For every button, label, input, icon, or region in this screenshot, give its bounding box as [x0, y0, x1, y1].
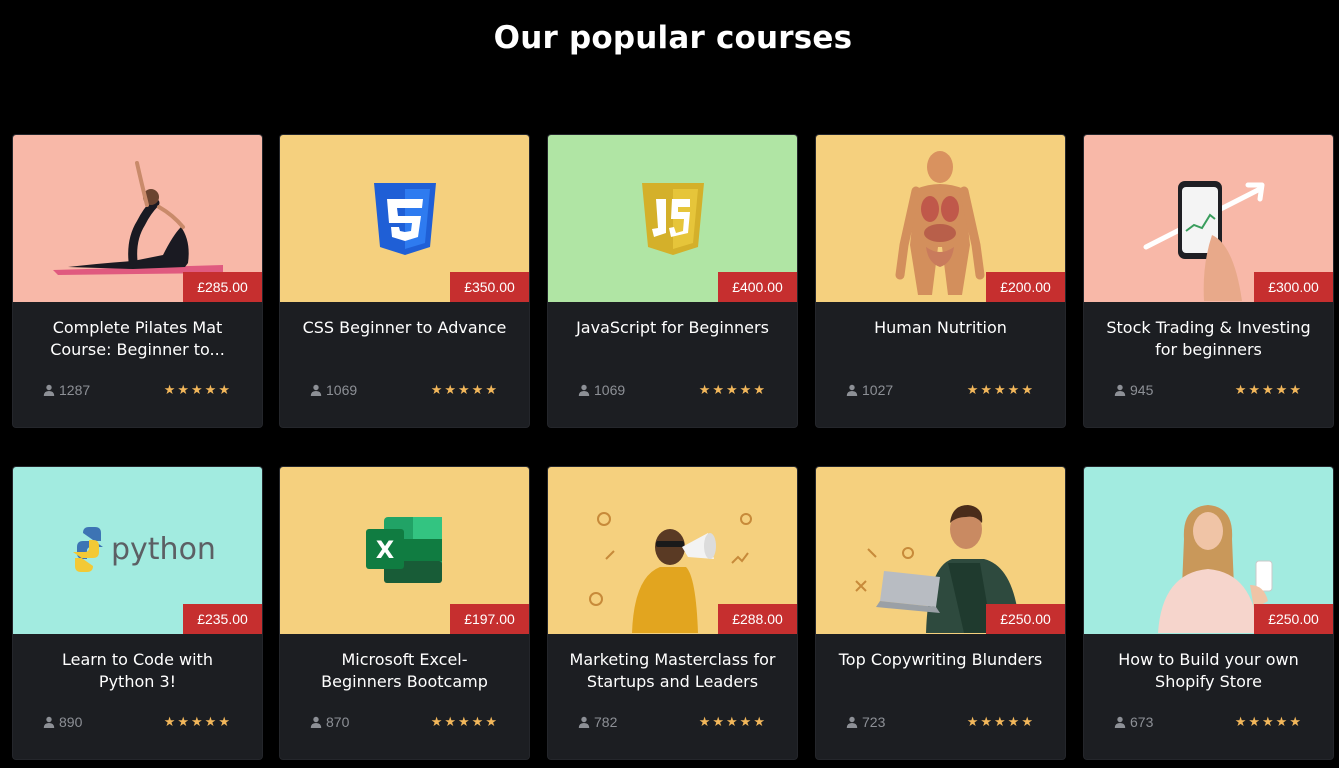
- rating-stars: ★★★★★: [698, 382, 767, 397]
- course-card[interactable]: python £235.00 Learn to Code with Python…: [13, 467, 262, 759]
- price-badge: £400.00: [718, 272, 797, 302]
- course-card[interactable]: £250.00 How to Build your own Shopify St…: [1084, 467, 1333, 759]
- student-count: 1069: [310, 382, 357, 398]
- student-count-value: 782: [594, 714, 618, 730]
- course-meta: 870 ★★★★★: [310, 712, 499, 732]
- course-meta: 723 ★★★★★: [846, 712, 1035, 732]
- course-meta: 1069 ★★★★★: [310, 380, 499, 400]
- course-card[interactable]: £200.00 Human Nutrition 1027 ★★★★★: [816, 135, 1065, 427]
- course-card[interactable]: £350.00 CSS Beginner to Advance 1069 ★★★…: [280, 135, 529, 427]
- student-count: 945: [1114, 382, 1153, 398]
- user-icon: [43, 384, 55, 396]
- course-title[interactable]: JavaScript for Beginners: [568, 317, 777, 339]
- price-badge: £197.00: [450, 604, 529, 634]
- student-count-value: 1027: [862, 382, 894, 398]
- student-count: 1287: [43, 382, 90, 398]
- price-badge: £200.00: [986, 272, 1065, 302]
- price-badge: £250.00: [1254, 604, 1333, 634]
- user-icon: [1114, 716, 1126, 728]
- student-count: 673: [1114, 714, 1153, 730]
- student-count-value: 890: [59, 714, 83, 730]
- rating-stars: ★★★★★: [163, 714, 232, 729]
- student-count-value: 1069: [594, 382, 626, 398]
- course-thumbnail[interactable]: python £235.00: [13, 467, 262, 634]
- price-badge: £285.00: [183, 272, 262, 302]
- course-thumbnail[interactable]: £400.00: [548, 135, 797, 302]
- course-title[interactable]: Top Copywriting Blunders: [836, 649, 1045, 671]
- student-count-value: 723: [862, 714, 886, 730]
- student-count: 782: [578, 714, 617, 730]
- course-title[interactable]: Microsoft Excel- Beginners Bootcamp: [300, 649, 509, 693]
- course-title[interactable]: Human Nutrition: [836, 317, 1045, 339]
- student-count: 1069: [578, 382, 625, 398]
- course-thumbnail[interactable]: £300.00: [1084, 135, 1333, 302]
- student-count: 870: [310, 714, 349, 730]
- rating-stars: ★★★★★: [698, 714, 767, 729]
- python-wordmark: python: [111, 532, 216, 567]
- student-count-value: 870: [326, 714, 350, 730]
- course-card[interactable]: £250.00 Top Copywriting Blunders 723 ★★★…: [816, 467, 1065, 759]
- course-card[interactable]: £288.00 Marketing Masterclass for Startu…: [548, 467, 797, 759]
- course-thumbnail[interactable]: £288.00: [548, 467, 797, 634]
- excel-letter: X: [376, 536, 395, 564]
- user-icon: [310, 716, 322, 728]
- user-icon: [578, 716, 590, 728]
- course-meta: 1287 ★★★★★: [43, 380, 232, 400]
- rating-stars: ★★★★★: [1234, 382, 1303, 397]
- course-thumbnail[interactable]: X £197.00: [280, 467, 529, 634]
- rating-stars: ★★★★★: [1234, 714, 1303, 729]
- course-meta: 1027 ★★★★★: [846, 380, 1035, 400]
- rating-stars: ★★★★★: [966, 714, 1035, 729]
- course-thumbnail[interactable]: £350.00: [280, 135, 529, 302]
- price-badge: £350.00: [450, 272, 529, 302]
- student-count: 723: [846, 714, 885, 730]
- course-title[interactable]: CSS Beginner to Advance: [300, 317, 509, 339]
- rating-stars: ★★★★★: [163, 382, 232, 397]
- course-meta: 1069 ★★★★★: [578, 380, 767, 400]
- student-count-value: 1069: [326, 382, 358, 398]
- course-title[interactable]: Marketing Masterclass for Startups and L…: [568, 649, 777, 693]
- student-count-value: 945: [1130, 382, 1154, 398]
- course-thumbnail[interactable]: £285.00: [13, 135, 262, 302]
- rating-stars: ★★★★★: [966, 382, 1035, 397]
- course-meta: 673 ★★★★★: [1114, 712, 1303, 732]
- course-title[interactable]: Learn to Code with Python 3!: [33, 649, 242, 693]
- user-icon: [43, 716, 55, 728]
- course-card[interactable]: £300.00 Stock Trading & Investing for be…: [1084, 135, 1333, 427]
- rating-stars: ★★★★★: [430, 714, 499, 729]
- student-count-value: 673: [1130, 714, 1154, 730]
- course-thumbnail[interactable]: £250.00: [1084, 467, 1333, 634]
- course-title[interactable]: How to Build your own Shopify Store: [1104, 649, 1313, 693]
- course-title[interactable]: Stock Trading & Investing for beginners: [1104, 317, 1313, 361]
- student-count: 1027: [846, 382, 893, 398]
- page-title: Our popular courses: [493, 20, 853, 56]
- user-icon: [846, 716, 858, 728]
- student-count-value: 1287: [59, 382, 91, 398]
- course-meta: 890 ★★★★★: [43, 712, 232, 732]
- price-badge: £288.00: [718, 604, 797, 634]
- course-thumbnail[interactable]: £200.00: [816, 135, 1065, 302]
- course-card[interactable]: £400.00 JavaScript for Beginners 1069 ★★…: [548, 135, 797, 427]
- user-icon: [578, 384, 590, 396]
- price-badge: £235.00: [183, 604, 262, 634]
- user-icon: [310, 384, 322, 396]
- price-badge: £300.00: [1254, 272, 1333, 302]
- price-badge: £250.00: [986, 604, 1065, 634]
- course-thumbnail[interactable]: £250.00: [816, 467, 1065, 634]
- user-icon: [846, 384, 858, 396]
- course-card[interactable]: X £197.00 Microsoft Excel- Beginners Boo…: [280, 467, 529, 759]
- student-count: 890: [43, 714, 82, 730]
- course-card[interactable]: £285.00 Complete Pilates Mat Course: Beg…: [13, 135, 262, 427]
- course-meta: 945 ★★★★★: [1114, 380, 1303, 400]
- rating-stars: ★★★★★: [430, 382, 499, 397]
- course-title[interactable]: Complete Pilates Mat Course: Beginner to…: [33, 317, 242, 361]
- user-icon: [1114, 384, 1126, 396]
- course-meta: 782 ★★★★★: [578, 712, 767, 732]
